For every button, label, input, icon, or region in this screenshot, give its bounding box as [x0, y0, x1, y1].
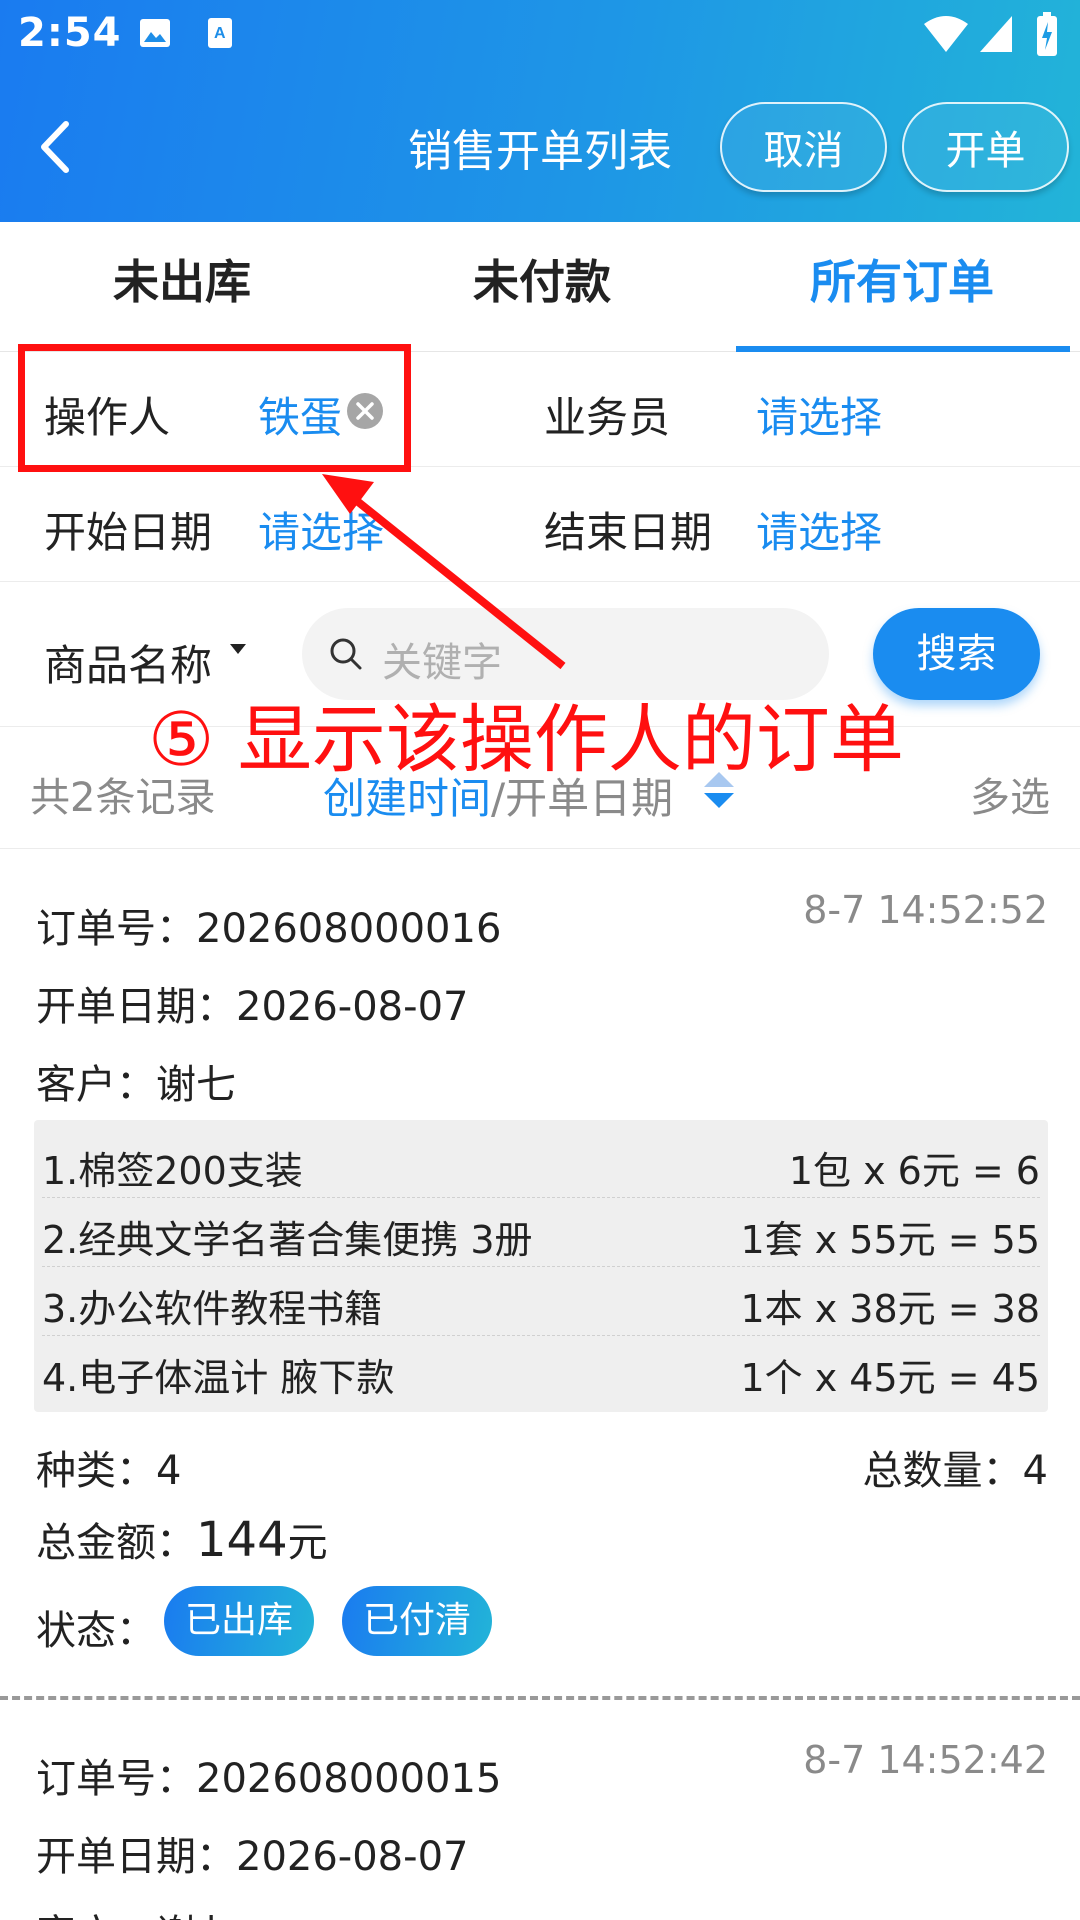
- tab-unpaid[interactable]: 未付款: [362, 222, 722, 352]
- order-card[interactable]: 订单号：202608000015 8-7 14:52:42 开单日期：2026-…: [0, 1700, 1080, 1920]
- list-item: 1.棉签200支装 1包 x 6元 = 6: [42, 1149, 1040, 1193]
- order-card[interactable]: 订单号：202608000016 8-7 14:52:52 开单日期：2026-…: [0, 850, 1080, 1696]
- start-date-label: 开始日期: [44, 508, 213, 557]
- svg-text:A: A: [214, 25, 226, 42]
- status-badge-shipped: 已出库: [164, 1586, 314, 1656]
- salesman-select[interactable]: 请选择: [756, 384, 882, 445]
- order-created-time: 8-7 14:52:52: [803, 888, 1048, 932]
- translate-notification-icon: A: [208, 18, 232, 48]
- annotation-highlight-box: [18, 344, 411, 472]
- tab-bar: 未出库 未付款 所有订单: [0, 222, 1080, 352]
- status-badge-paid: 已付清: [342, 1586, 492, 1656]
- order-created-time: 8-7 14:52:42: [803, 1738, 1048, 1782]
- back-icon[interactable]: [30, 112, 80, 182]
- dropdown-caret-icon[interactable]: [228, 642, 248, 656]
- start-date-select[interactable]: 请选择: [258, 499, 384, 560]
- order-items-list: 1.棉签200支装 1包 x 6元 = 6 2.经典文学名著合集便携 3册 1套 x…: [34, 1120, 1048, 1412]
- order-number: 订单号：202608000016: [36, 906, 502, 952]
- signal-icon: [980, 16, 1012, 52]
- order-customer: 客户：谢七: [36, 1062, 236, 1108]
- order-kinds: 种类：4: [36, 1448, 182, 1494]
- wifi-icon: [924, 16, 968, 52]
- order-total-amount: 总金额：144元: [36, 1512, 328, 1568]
- cancel-button[interactable]: 取消: [720, 102, 887, 192]
- end-date-select[interactable]: 请选择: [756, 499, 882, 560]
- salesman-label: 业务员: [544, 393, 671, 442]
- order-customer: 客户：谢七: [36, 1902, 236, 1920]
- order-status-label: 状态：: [36, 1608, 156, 1654]
- app-header: 2:54 A 销售开单列表 取消 开单: [0, 0, 1080, 222]
- list-item: 3.办公软件教程书籍 1本 x 38元 = 38: [42, 1287, 1040, 1331]
- create-order-button[interactable]: 开单: [902, 102, 1069, 192]
- page-title: 销售开单列表: [408, 126, 672, 177]
- status-time: 2:54: [18, 10, 122, 56]
- list-item: 4.电子体温计 腋下款 1个 x 45元 = 45: [42, 1356, 1040, 1400]
- order-date: 开单日期：2026-08-07: [36, 1834, 469, 1880]
- tab-not-shipped[interactable]: 未出库: [2, 222, 362, 352]
- image-notification-icon: [140, 19, 170, 47]
- order-total-quantity: 总数量：4: [862, 1448, 1048, 1494]
- annotation-text: ⑤ 显示该操作人的订单: [148, 697, 904, 783]
- battery-charging-icon: [1037, 12, 1057, 56]
- tab-all-orders[interactable]: 所有订单: [722, 222, 1080, 352]
- filter-row-dates: 开始日期 请选择 结束日期 请选择: [0, 467, 1080, 582]
- multi-select-button[interactable]: 多选: [970, 765, 1050, 823]
- end-date-label: 结束日期: [544, 508, 713, 557]
- search-icon: [330, 638, 362, 670]
- order-date: 开单日期：2026-08-07: [36, 984, 469, 1030]
- list-item: 2.经典文学名著合集便携 3册 1套 x 55元 = 55: [42, 1218, 1040, 1262]
- order-number: 订单号：202608000015: [36, 1756, 502, 1802]
